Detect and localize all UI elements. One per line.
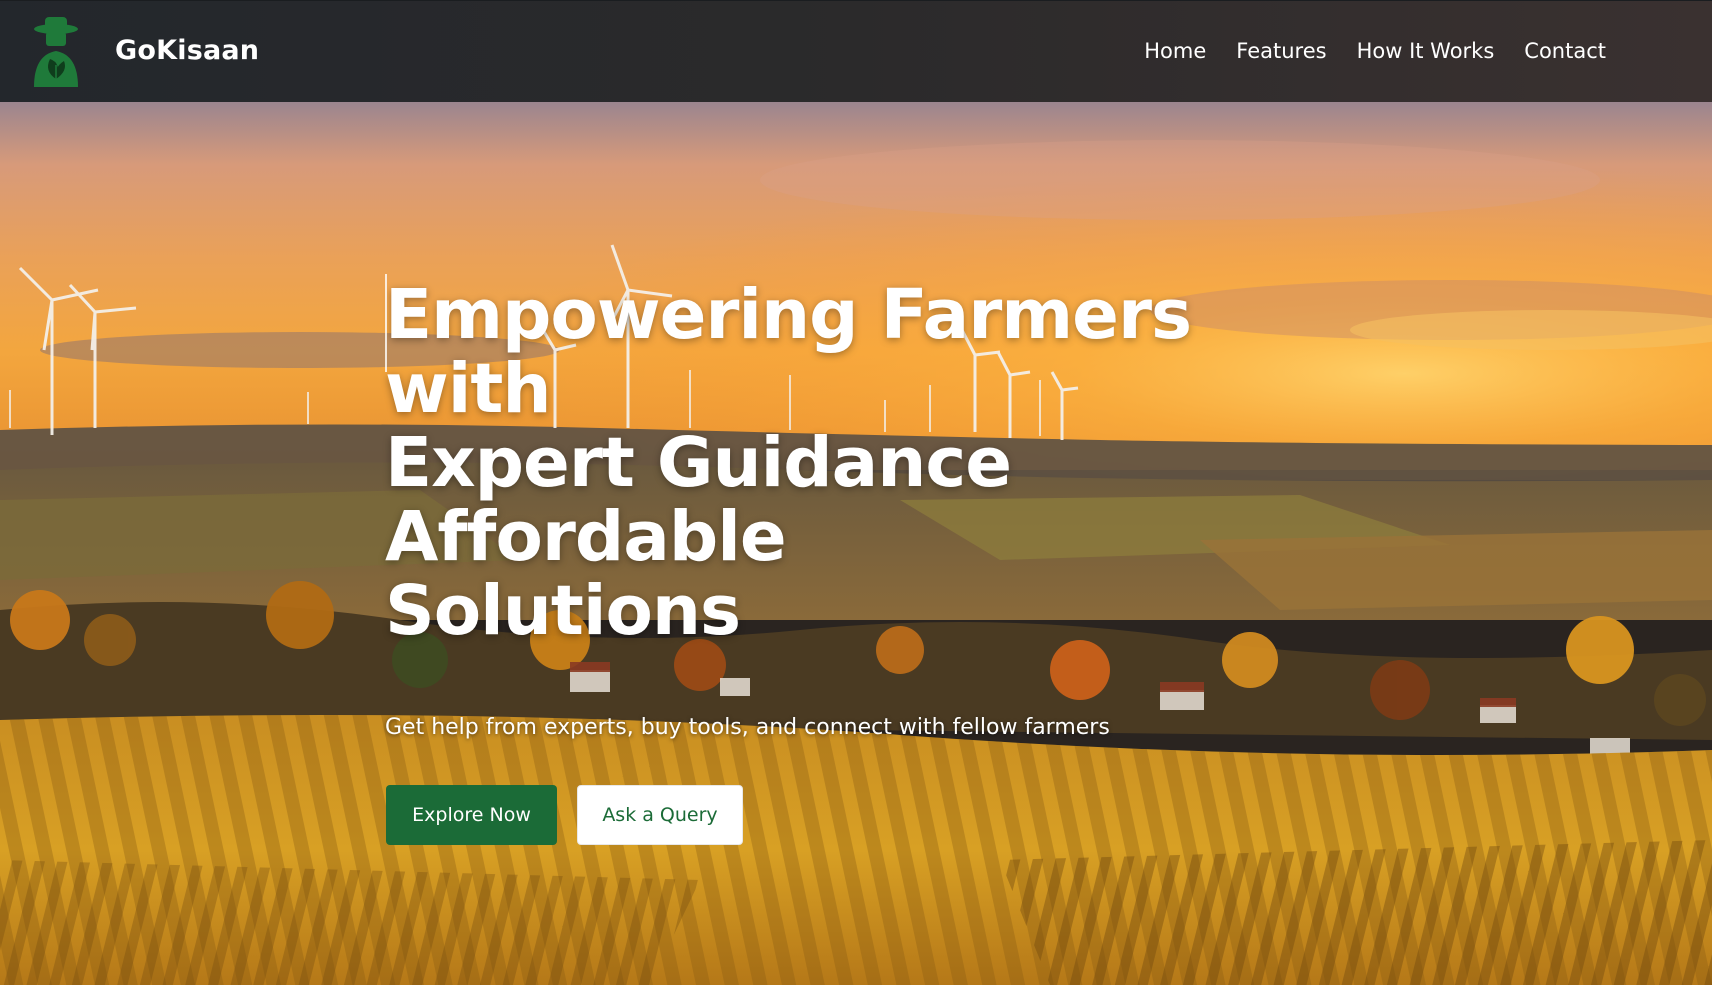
nav-link-features[interactable]: Features (1236, 39, 1326, 63)
nav-link-how-it-works[interactable]: How It Works (1357, 39, 1495, 63)
ask-a-query-button[interactable]: Ask a Query (577, 785, 743, 845)
hero-title-line: Affordable (385, 497, 787, 577)
farmer-logo-icon[interactable] (28, 15, 84, 89)
hero-title-line: Empowering Farmers (385, 275, 1192, 355)
landing-page: GoKisaan Home Features How It Works Cont… (0, 0, 1712, 985)
text-cursor (385, 274, 387, 372)
nav-link-contact[interactable]: Contact (1524, 39, 1606, 63)
hero-title: Empowering Farmers with Expert Guidance … (385, 278, 1285, 648)
brand-name[interactable]: GoKisaan (115, 35, 259, 66)
nav-link-home[interactable]: Home (1144, 39, 1206, 63)
hero-title-line: Solutions (385, 571, 741, 651)
hero-subtitle: Get help from experts, buy tools, and co… (385, 715, 1110, 740)
explore-now-button[interactable]: Explore Now (386, 785, 557, 845)
hero-title-line: Expert Guidance (385, 423, 1012, 503)
top-navbar: GoKisaan Home Features How It Works Cont… (0, 0, 1712, 102)
nav-links: Home Features How It Works Contact (1144, 39, 1606, 63)
hero-content: Empowering Farmers with Expert Guidance … (385, 278, 1285, 648)
hero-title-line: with (385, 349, 552, 429)
